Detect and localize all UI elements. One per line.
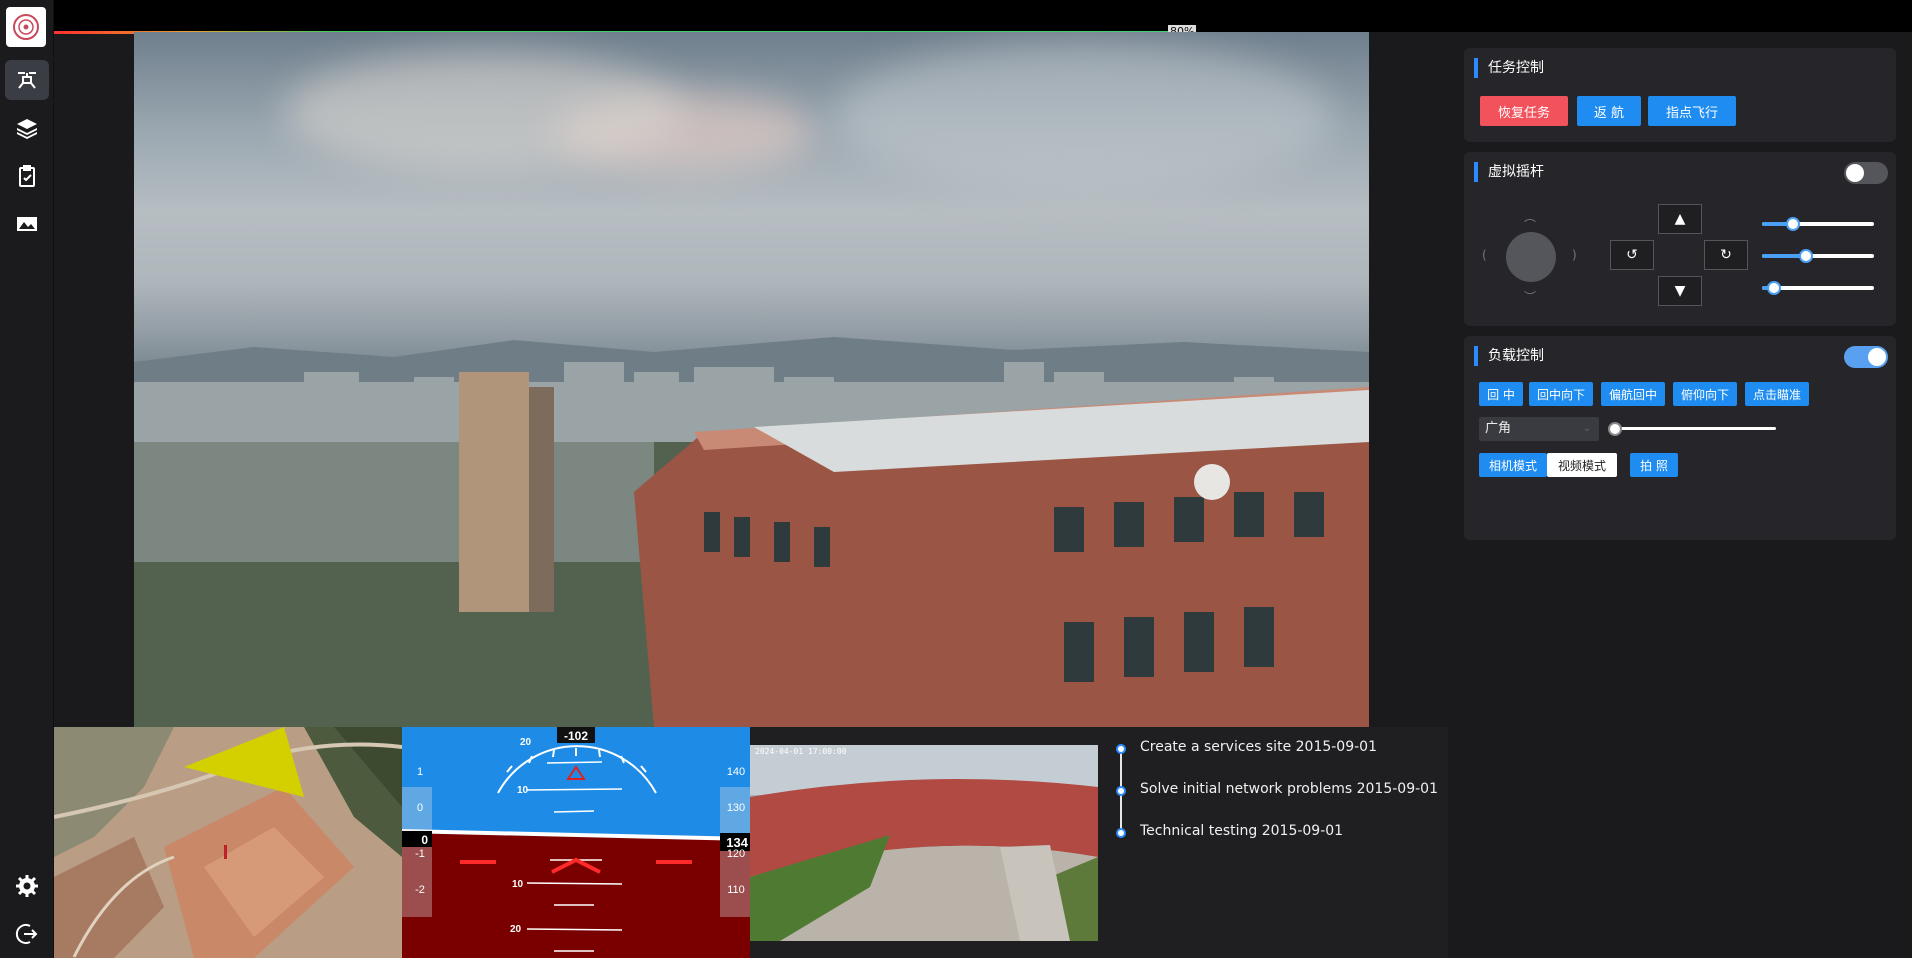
joystick-toggle[interactable] [1844,162,1888,184]
event-timeline: Create a services site 2015-09-01 Solve … [1098,727,1448,958]
joystick-slider-2[interactable] [1762,249,1874,263]
logo-emblem-icon [13,14,39,40]
video-scene [134,337,1369,727]
mini-map[interactable] [54,727,402,958]
virtual-joystick-panel: 虚拟摇杆 ︵ ︶ ( ) ▲ ↺ ↻ ▼ [1464,152,1896,326]
joystick-knob[interactable] [1506,232,1556,282]
joystick-left-chevron-icon: ( [1482,248,1487,262]
click-aim-button[interactable]: 点击瞄准 [1745,382,1809,406]
chevron-down-icon: ⌄ [1582,423,1591,434]
zoom-slider[interactable] [1608,422,1776,436]
nav-media-button[interactable] [5,204,49,244]
drone-icon [18,72,36,89]
virtual-joystick-title: 虚拟摇杆 [1474,162,1544,182]
attitude-indicator: -102 0 134 1 0 -1 -2 140 130 120 110 20 … [402,727,750,958]
vs-tick-minus2: -2 [415,884,425,896]
joystick-right-chevron-icon: ) [1572,248,1577,262]
joystick-down-chevron-icon: ︶ [1524,290,1537,304]
vs-tick-1: 1 [417,766,423,778]
timeline-dot [1116,744,1126,754]
gear-icon [16,875,38,897]
vs-tick-minus1: -1 [415,848,425,860]
logout-icon [15,924,38,944]
app-logo [6,7,46,47]
joystick-up-chevron-icon: ︵ [1524,210,1537,224]
resume-mission-button[interactable]: 恢复任务 [1480,96,1568,126]
video-mode-button[interactable]: 视频模式 [1547,453,1617,477]
pitch-label-minus20: 20 [510,924,522,935]
image-icon [17,217,37,231]
satellite-map [54,727,402,958]
gimbal-center-down-button[interactable]: 回中向下 [1529,382,1593,406]
main-video-feed[interactable] [134,32,1369,727]
secondary-camera-scene [750,745,1098,941]
triangle-down-icon: ▼ [1674,283,1686,299]
point-flight-button[interactable]: 指点飞行 [1648,96,1736,126]
heading-readout: -102 [564,729,588,743]
clipboard-icon [19,165,35,187]
nav-layers-button[interactable] [5,108,49,148]
alt-tick-140: 140 [727,766,745,778]
joystick-slider-3[interactable] [1762,281,1874,295]
joystick-slider-1[interactable] [1762,217,1874,231]
pitch-label-10: 10 [517,785,529,796]
payload-control-title: 负载控制 [1474,346,1544,366]
joystick-pad[interactable]: ︵ ︶ ( ) [1482,210,1577,304]
pitch-label-minus10: 10 [512,879,524,890]
camera-mode-button[interactable]: 相机模式 [1479,453,1547,477]
nav-settings-button[interactable] [5,866,49,906]
vertical-speed-readout: 0 [421,833,428,847]
nav-clipboard-button[interactable] [5,156,49,196]
mission-control-panel: 任务控制 恢复任务 返 航 指点飞行 [1464,48,1896,142]
lens-select-value: 广角 [1485,421,1512,436]
return-home-button[interactable]: 返 航 [1577,96,1641,126]
triangle-up-icon: ▲ [1674,211,1686,227]
yaw-center-button[interactable]: 偏航回中 [1601,382,1665,406]
lens-select[interactable]: 广角 ⌄ [1479,417,1599,441]
secondary-camera-feed[interactable]: 2024-04-01 17:00:00 [750,727,1098,958]
alt-tick-120: 120 [727,848,745,860]
timeline-dot [1116,828,1126,838]
attitude-indicator-graphic: -102 0 134 1 0 -1 -2 140 130 120 110 20 … [402,727,750,958]
left-nav [0,0,54,958]
gimbal-center-button[interactable]: 回 中 [1479,382,1523,406]
descend-button[interactable]: ▼ [1658,276,1702,306]
take-photo-button[interactable]: 拍 照 [1630,453,1678,477]
timeline-item: Solve initial network problems 2015-09-0… [1140,781,1438,797]
nav-drone-button[interactable] [5,60,49,100]
nav-logout-button[interactable] [5,914,49,954]
rotate-left-button[interactable]: ↺ [1610,240,1654,270]
rotate-ccw-icon: ↺ [1626,247,1638,263]
timeline-item: Create a services site 2015-09-01 [1140,739,1377,755]
mission-control-title: 任务控制 [1474,58,1544,78]
layers-icon [17,119,37,139]
payload-control-panel: 负载控制 回 中 回中向下 偏航回中 俯仰向下 点击瞄准 广角 ⌄ 相机模式 视… [1464,336,1896,540]
timeline-dot [1116,786,1126,796]
top-bar [54,0,1912,32]
timeline-item: Technical testing 2015-09-01 [1140,823,1344,839]
alt-tick-130: 130 [727,802,745,814]
vs-tick-0: 0 [417,802,423,814]
roll-label-left-20: 20 [520,737,532,748]
rotate-right-button[interactable]: ↻ [1704,240,1748,270]
alt-tick-110: 110 [727,884,745,896]
payload-toggle[interactable] [1844,346,1888,368]
camera-timestamp: 2024-04-01 17:00:00 [755,747,847,756]
rotate-cw-icon: ↻ [1720,247,1732,263]
pitch-down-button[interactable]: 俯仰向下 [1673,382,1737,406]
ascend-button[interactable]: ▲ [1658,204,1702,234]
